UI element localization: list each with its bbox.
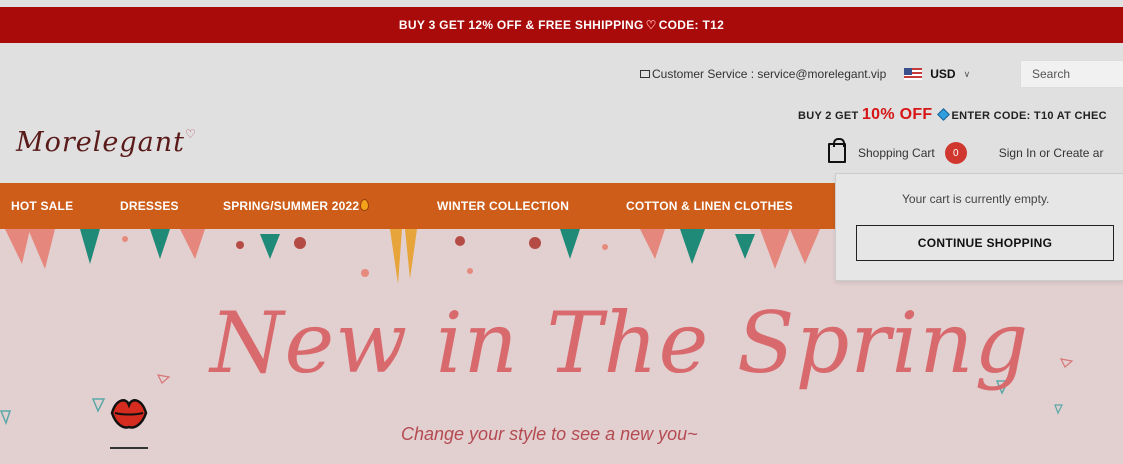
shopping-bag-icon[interactable] [828, 138, 846, 163]
logo-heart-icon: ♡ [185, 127, 197, 141]
nav-item-dresses[interactable]: DRESSES [120, 199, 179, 213]
currency-selector[interactable]: USD [930, 67, 955, 81]
lips-icon[interactable] [108, 391, 150, 431]
promo-code: CODE: T12 [658, 18, 725, 32]
heart-icon: ♡ [645, 18, 657, 32]
petal-icon [157, 374, 171, 384]
nav-item-spring-summer-label: SPRING/SUMMER 2022 [223, 199, 360, 213]
offer-before: BUY 2 GET [798, 110, 862, 122]
main-nav: HOT SALE DRESSES SPRING/SUMMER 2022 WINT… [0, 183, 835, 229]
cart-empty-text: Your cart is currently empty. [902, 192, 1050, 206]
shopping-cart-link[interactable]: Shopping Cart [858, 146, 935, 160]
mail-icon [640, 70, 650, 78]
sign-in-link[interactable]: Sign In or Create ar [999, 146, 1104, 160]
offer-highlight: 10% OFF [861, 106, 933, 123]
leaf-icon [92, 398, 106, 413]
search-input[interactable]: Search [1020, 60, 1123, 88]
offer-after: ENTER CODE: T10 AT CHEC [951, 110, 1107, 122]
banner-tagline: Change your style to see a new you~ [401, 424, 698, 444]
continue-shopping-button[interactable]: CONTINUE SHOPPING [856, 225, 1114, 261]
nav-item-hot-sale[interactable]: HOT SALE [11, 199, 73, 213]
nav-item-cotton-linen[interactable]: COTTON & LINEN CLOTHES [626, 199, 793, 213]
offer-line: BUY 2 GET 10% OFF ENTER CODE: T10 AT CHEC [798, 106, 1107, 124]
logo-text: Morelegant [16, 127, 186, 158]
floral-garland-decoration [5, 229, 820, 284]
cart-row: Shopping Cart 0 Sign In or Create ar [828, 138, 1104, 164]
chevron-down-icon[interactable]: ∨ [964, 69, 971, 80]
underline-divider [110, 447, 148, 449]
top-utility-line: Customer Service : service@morelegant.vi… [640, 67, 970, 81]
diamond-icon [936, 108, 950, 121]
site-header: Customer Service : service@morelegant.vi… [0, 43, 1123, 183]
nav-item-winter-collection[interactable]: WINTER COLLECTION [437, 199, 569, 213]
petal-icon [1060, 358, 1074, 368]
fire-icon [360, 199, 370, 211]
promo-bar[interactable]: BUY 3 GET 12% OFF & FREE SHHIPPING ♡ COD… [0, 7, 1123, 43]
site-logo[interactable]: Morelegant♡ [16, 127, 197, 158]
cart-dropdown: Your cart is currently empty. CONTINUE S… [835, 173, 1123, 281]
leaf-icon [0, 410, 12, 425]
cart-count-badge: 0 [944, 142, 967, 164]
customer-service-link[interactable]: Customer Service : service@morelegant.vi… [652, 67, 886, 81]
leaf-icon [1054, 404, 1063, 415]
us-flag-icon [904, 68, 923, 80]
promo-text-before: BUY 3 GET 12% OFF & FREE SHHIPPING [398, 18, 644, 32]
nav-item-spring-summer[interactable]: SPRING/SUMMER 2022 [223, 199, 370, 213]
banner-headline: New in The Spring [210, 294, 1030, 392]
